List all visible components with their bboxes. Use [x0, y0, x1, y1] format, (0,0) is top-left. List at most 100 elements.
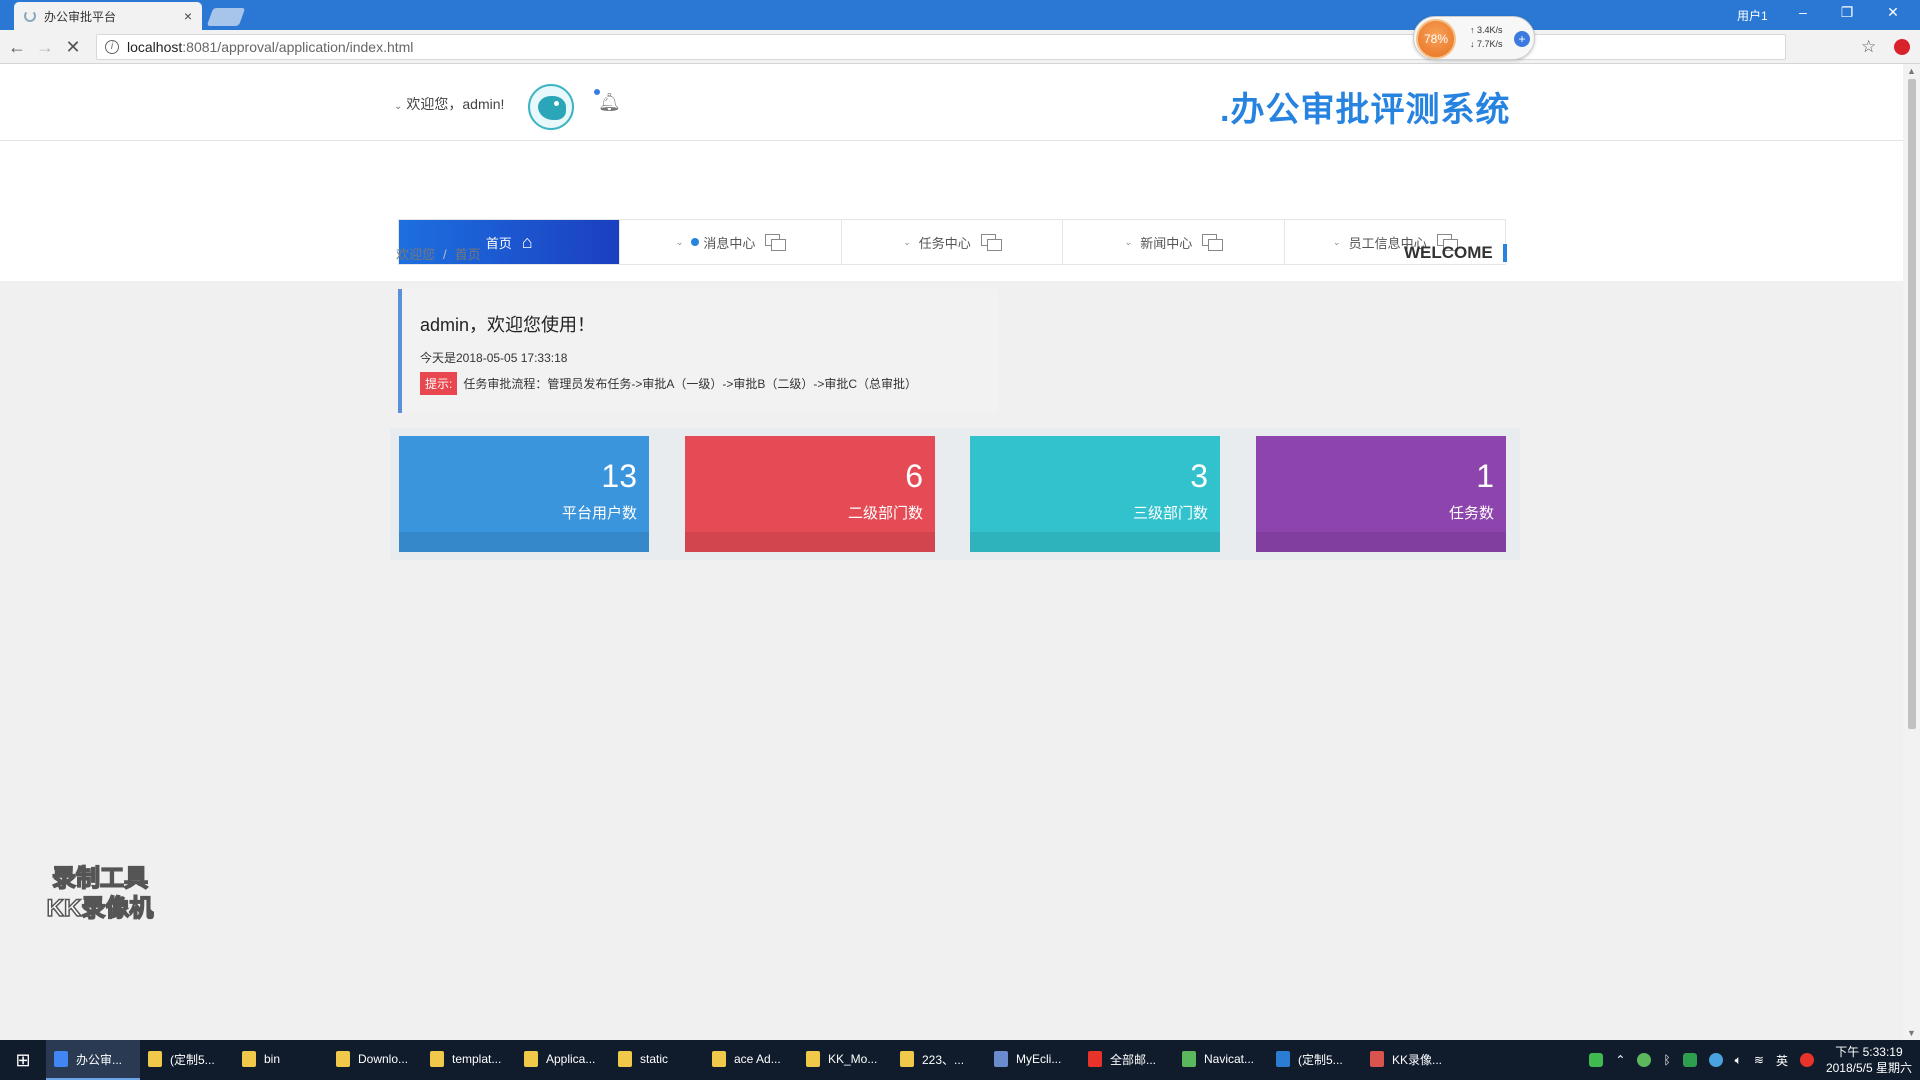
- plus-icon[interactable]: +: [1514, 31, 1530, 47]
- tab-close-icon[interactable]: ×: [184, 8, 192, 24]
- forward-icon[interactable]: →: [34, 37, 56, 58]
- taskbar-item[interactable]: KK录像...: [1362, 1040, 1456, 1080]
- windows-start-icon[interactable]: ⊞: [0, 1040, 46, 1080]
- taskbar-item[interactable]: static: [610, 1040, 704, 1080]
- breadcrumb-root[interactable]: 欢迎您: [396, 247, 435, 262]
- scroll-up-icon[interactable]: ▲: [1907, 66, 1916, 76]
- avatar[interactable]: [528, 84, 574, 130]
- nav-item-tasks[interactable]: ⌄ 任务中心: [842, 220, 1064, 264]
- stat-card-tasks[interactable]: 1 任务数: [1256, 436, 1506, 552]
- taskbar-item[interactable]: Navicat...: [1174, 1040, 1268, 1080]
- web-page: ⌄ 欢迎您，admin! 🔔︎ .办公审批评测系统 首页 ⌂ ⌄ 消息中心 ⌄ 任…: [0, 64, 1903, 1040]
- info-icon[interactable]: i: [105, 40, 119, 54]
- browser-tab-strip: 办公审批平台 × 用户1 – ❐ ✕: [0, 0, 1920, 30]
- app-icon: [148, 1051, 162, 1067]
- close-window-button[interactable]: ✕: [1878, 4, 1908, 21]
- bookmark-star-icon[interactable]: ☆: [1861, 37, 1876, 57]
- wifi-icon[interactable]: ≋: [1754, 1053, 1764, 1067]
- new-tab-button[interactable]: [206, 8, 246, 26]
- user-menu[interactable]: ⌄ 欢迎您，admin!: [394, 94, 504, 114]
- bell-icon[interactable]: 🔔︎: [598, 92, 621, 113]
- app-icon: [242, 1051, 256, 1067]
- nav-item-label: 首页: [485, 235, 512, 251]
- back-icon[interactable]: ←: [6, 37, 28, 58]
- taskbar-item-label: static: [640, 1052, 669, 1066]
- page-scrollbar[interactable]: ▲ ▼: [1903, 64, 1920, 1040]
- app-icon: [430, 1051, 444, 1067]
- taskbar-item-label: Downlo...: [358, 1052, 409, 1066]
- taskbar-item[interactable]: bin: [234, 1040, 328, 1080]
- taskbar-item-label: 223、...: [922, 1052, 965, 1067]
- bluetooth-icon[interactable]: ᛒ: [1663, 1053, 1670, 1067]
- taskbar-item-label: templat...: [452, 1052, 502, 1066]
- taskbar-item[interactable]: 223、...: [892, 1040, 986, 1080]
- tab-title: 办公审批平台: [44, 9, 117, 24]
- stat-card-users[interactable]: 13 平台用户数: [399, 436, 649, 552]
- taskbar-item[interactable]: 办公审...: [46, 1040, 140, 1080]
- reload-icon[interactable]: ✕: [62, 37, 84, 58]
- tip-text: 任务审批流程：管理员发布任务->审批A（一级）->审批B（二级）->审批C（总审…: [463, 377, 918, 391]
- restore-button[interactable]: ❐: [1832, 4, 1862, 21]
- browser-user-label[interactable]: 用户1: [1737, 7, 1768, 24]
- taskbar-item[interactable]: Applica...: [516, 1040, 610, 1080]
- tray-app-icon[interactable]: [1589, 1053, 1604, 1067]
- recorder-watermark: 录制工具 KK录像机: [30, 864, 170, 924]
- site-header: ⌄ 欢迎您，admin! 🔔︎ .办公审批评测系统: [0, 64, 1903, 141]
- app-icon: [900, 1051, 914, 1067]
- url-host: localhost: [127, 39, 183, 55]
- welcome-notice: admin，欢迎您使用！ 今天是2018-05-05 17:33:18 提示: …: [398, 289, 998, 413]
- chevron-down-icon: ⌄: [1124, 236, 1133, 247]
- tray-expand-icon[interactable]: ⌃: [1615, 1053, 1625, 1067]
- taskbar-item[interactable]: KK_Mo...: [798, 1040, 892, 1080]
- tray-cloud-icon[interactable]: [1708, 1053, 1723, 1067]
- taskbar-item[interactable]: Downlo...: [328, 1040, 422, 1080]
- volume-icon[interactable]: 🔈︎: [1735, 1053, 1742, 1068]
- notice-date: 今天是2018-05-05 17:33:18: [420, 351, 568, 365]
- minimize-button[interactable]: –: [1788, 4, 1818, 20]
- tray-green-icon[interactable]: [1682, 1053, 1697, 1067]
- nav-item-label: 新闻中心: [1140, 235, 1193, 251]
- taskbar-item[interactable]: MyEcli...: [986, 1040, 1080, 1080]
- taskbar-item-label: ace Ad...: [734, 1052, 781, 1066]
- taskbar-item[interactable]: ace Ad...: [704, 1040, 798, 1080]
- notice-title: admin，欢迎您使用！: [420, 315, 596, 335]
- bird-icon: [538, 96, 566, 120]
- nav-item-label: 消息中心: [703, 235, 756, 251]
- app-icon: [712, 1051, 726, 1067]
- stat-value: 6: [905, 458, 923, 494]
- tray-security-icon[interactable]: [1637, 1053, 1652, 1067]
- stat-label: 三级部门数: [1132, 505, 1208, 522]
- browser-tab[interactable]: 办公审批平台 ×: [14, 2, 202, 30]
- loading-spinner-icon: [24, 10, 36, 22]
- watermark-line1: 录制工具: [51, 864, 149, 893]
- scroll-thumb[interactable]: [1908, 79, 1916, 729]
- chevron-down-icon: ⌄: [1333, 236, 1341, 247]
- taskbar-item[interactable]: (定制5...: [1268, 1040, 1362, 1080]
- taskbar-clock[interactable]: 下午 5:33:19 2018/5/5 星期六: [1826, 1044, 1912, 1076]
- taskbar-item-label: 全部邮...: [1110, 1052, 1157, 1067]
- chevron-down-icon: ⌄: [903, 236, 911, 247]
- upload-speed-value: 3.4K/s: [1477, 25, 1503, 35]
- stat-card-level2-departments[interactable]: 6 二级部门数: [685, 436, 935, 552]
- nav-item-label: 任务中心: [918, 235, 971, 251]
- extension-icon[interactable]: [1894, 39, 1910, 55]
- home-icon: ⌂: [521, 231, 533, 252]
- app-icon: [1370, 1051, 1384, 1067]
- stat-card-level3-departments[interactable]: 3 三级部门数: [970, 436, 1220, 552]
- network-speed-widget[interactable]: 78% ↑ 3.4K/s ↓ 7.7K/s +: [1413, 16, 1535, 60]
- stat-card-footer: [685, 532, 935, 552]
- taskbar-item[interactable]: 全部邮...: [1080, 1040, 1174, 1080]
- ime-indicator[interactable]: 英: [1776, 1052, 1788, 1069]
- app-icon: [524, 1051, 538, 1067]
- app-icon: [1088, 1051, 1102, 1067]
- taskbar-item[interactable]: templat...: [422, 1040, 516, 1080]
- nav-item-messages[interactable]: ⌄ 消息中心: [620, 220, 842, 264]
- stat-value: 3: [1190, 458, 1208, 494]
- app-icon: [1276, 1051, 1290, 1067]
- welcome-user-text: 欢迎您，admin!: [406, 96, 505, 112]
- taskbar-item[interactable]: (定制5...: [140, 1040, 234, 1080]
- breadcrumb-separator: /: [443, 247, 447, 262]
- nav-item-news[interactable]: ⌄ 新闻中心: [1063, 220, 1285, 264]
- tray-sogou-icon[interactable]: [1799, 1053, 1814, 1067]
- scroll-down-icon[interactable]: ▼: [1907, 1028, 1916, 1038]
